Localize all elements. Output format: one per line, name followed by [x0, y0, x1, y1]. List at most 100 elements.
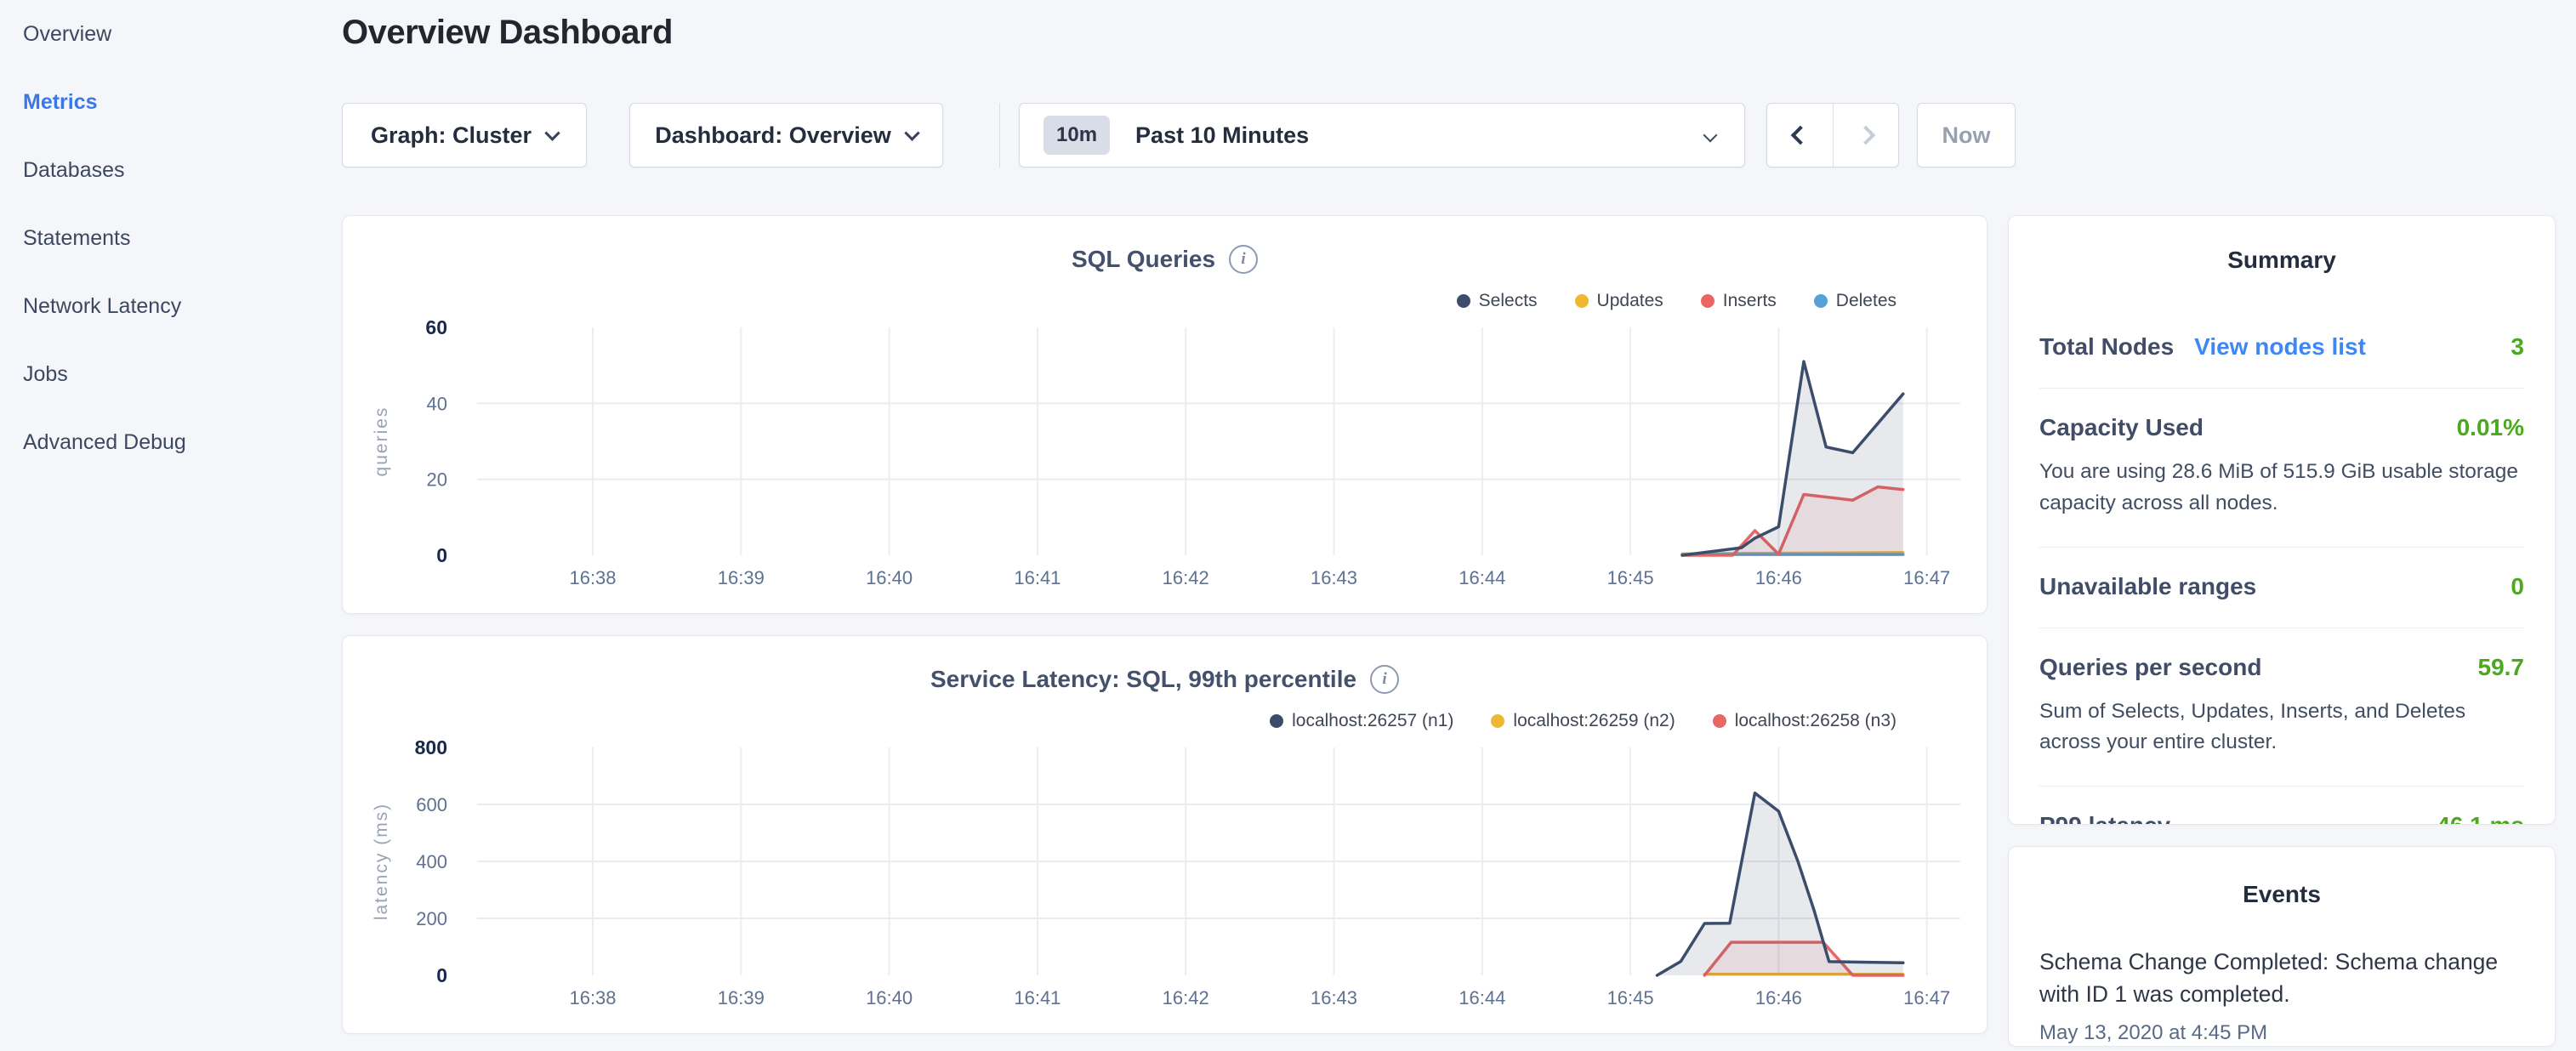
- sidebar-item-label: Statements: [23, 226, 130, 251]
- svg-text:16:38: 16:38: [569, 567, 616, 588]
- summary-label: P99 latency: [2039, 812, 2170, 825]
- sidebar-item-label: Metrics: [23, 90, 98, 115]
- info-icon[interactable]: i: [1370, 665, 1399, 694]
- legend-label: localhost:26258 (n3): [1735, 711, 1896, 731]
- time-range-dropdown[interactable]: 10m Past 10 Minutes: [1019, 103, 1745, 168]
- svg-text:0: 0: [436, 964, 447, 986]
- svg-text:16:41: 16:41: [1014, 987, 1061, 1008]
- dashboard-dropdown[interactable]: Dashboard: Overview: [629, 103, 943, 168]
- summary-value: 3: [2511, 333, 2524, 361]
- legend-label: Updates: [1597, 291, 1663, 311]
- sql-queries-chart-card: 16:3816:3916:4016:4116:4216:4316:4416:45…: [342, 215, 1987, 614]
- legend-dot-icon: [1575, 294, 1589, 308]
- svg-text:16:44: 16:44: [1459, 567, 1505, 588]
- event-timestamp: May 13, 2020 at 4:45 PM: [2039, 1021, 2524, 1045]
- legend-item[interactable]: localhost:26259 (n2): [1491, 711, 1675, 731]
- svg-text:16:44: 16:44: [1459, 987, 1505, 1008]
- svg-text:20: 20: [427, 469, 447, 491]
- svg-text:16:47: 16:47: [1903, 567, 1950, 588]
- legend-dot-icon: [1701, 294, 1714, 308]
- toolbar-divider: [999, 103, 1000, 168]
- sql-queries-chart[interactable]: 16:3816:3916:4016:4116:4216:4316:4416:45…: [343, 216, 1987, 614]
- event-list-item[interactable]: Schema Change Completed: Schema change w…: [2039, 946, 2524, 1045]
- svg-text:16:43: 16:43: [1311, 567, 1357, 588]
- summary-title: Summary: [2039, 247, 2524, 274]
- legend-label: Inserts: [1723, 291, 1777, 311]
- legend-dot-icon: [1713, 714, 1726, 728]
- legend-label: localhost:26257 (n1): [1292, 711, 1453, 731]
- view-nodes-list-link[interactable]: View nodes list: [2194, 333, 2366, 361]
- sidebar-item-label: Overview: [23, 22, 111, 47]
- sidebar-item-label: Jobs: [23, 362, 68, 387]
- svg-text:16:38: 16:38: [569, 987, 616, 1008]
- now-button[interactable]: Now: [1917, 103, 2016, 168]
- summary-panel: Summary Total Nodes View nodes list 3 Ca…: [2008, 215, 2556, 825]
- chevron-down-icon: [904, 125, 919, 140]
- svg-text:400: 400: [416, 851, 447, 872]
- time-step-forward-button[interactable]: [1833, 104, 1898, 167]
- svg-text:60: 60: [425, 316, 447, 338]
- sidebar-item-databases[interactable]: Databases: [0, 136, 323, 204]
- svg-text:600: 600: [416, 794, 447, 815]
- sidebar-item-label: Databases: [23, 158, 125, 183]
- legend-label: Selects: [1479, 291, 1538, 311]
- sidebar-item-advanced-debug[interactable]: Advanced Debug: [0, 408, 323, 476]
- sidebar-item-jobs[interactable]: Jobs: [0, 340, 323, 408]
- summary-row-queries-per-second: Queries per second 59.7 Sum of Selects, …: [2039, 628, 2524, 787]
- legend-item[interactable]: Updates: [1575, 291, 1663, 311]
- chart-legend: localhost:26257 (n1) localhost:26259 (n2)…: [1270, 711, 1896, 731]
- sidebar-item-overview[interactable]: Overview: [0, 0, 323, 68]
- sidebar: Overview Metrics Databases Statements Ne…: [0, 0, 323, 1051]
- svg-text:16:40: 16:40: [866, 567, 913, 588]
- legend-label: Deletes: [1836, 291, 1896, 311]
- time-step-back-button[interactable]: [1767, 104, 1833, 167]
- sidebar-item-metrics[interactable]: Metrics: [0, 68, 323, 136]
- svg-text:latency (ms): latency (ms): [372, 803, 391, 920]
- page-title: Overview Dashboard: [342, 14, 2576, 52]
- legend-dot-icon: [1457, 294, 1470, 308]
- summary-value: 59.7: [2478, 654, 2525, 681]
- svg-text:16:47: 16:47: [1903, 987, 1950, 1008]
- service-latency-chart[interactable]: 16:3816:3916:4016:4116:4216:4316:4416:45…: [343, 636, 1987, 1034]
- svg-text:16:45: 16:45: [1607, 987, 1654, 1008]
- chart-title: SQL Queries: [1072, 246, 1215, 273]
- summary-row-unavailable-ranges: Unavailable ranges 0: [2039, 548, 2524, 628]
- summary-row-capacity-used: Capacity Used 0.01% You are using 28.6 M…: [2039, 389, 2524, 548]
- svg-text:16:46: 16:46: [1755, 567, 1802, 588]
- legend-label: localhost:26259 (n2): [1513, 711, 1675, 731]
- svg-text:16:42: 16:42: [1163, 567, 1209, 588]
- graph-source-dropdown[interactable]: Graph: Cluster: [342, 103, 587, 168]
- chevron-right-icon: [1857, 126, 1876, 145]
- legend-item[interactable]: Selects: [1457, 291, 1538, 311]
- info-icon[interactable]: i: [1229, 245, 1258, 274]
- legend-dot-icon: [1491, 714, 1504, 728]
- chevron-left-icon: [1790, 126, 1810, 145]
- summary-value: 0: [2511, 573, 2524, 600]
- sidebar-item-network-latency[interactable]: Network Latency: [0, 272, 323, 340]
- summary-label: Queries per second: [2039, 654, 2261, 681]
- summary-value: 46.1 ms: [2437, 812, 2524, 825]
- event-text: Schema Change Completed: Schema change w…: [2039, 946, 2524, 1011]
- summary-label: Total Nodes: [2039, 333, 2174, 361]
- legend-item[interactable]: Inserts: [1701, 291, 1777, 311]
- legend-item[interactable]: localhost:26258 (n3): [1713, 711, 1896, 731]
- sidebar-item-label: Advanced Debug: [23, 430, 186, 455]
- legend-dot-icon: [1270, 714, 1283, 728]
- svg-text:16:46: 16:46: [1755, 987, 1802, 1008]
- svg-text:16:43: 16:43: [1311, 987, 1357, 1008]
- svg-text:16:42: 16:42: [1163, 987, 1209, 1008]
- svg-text:0: 0: [436, 544, 447, 566]
- legend-item[interactable]: Deletes: [1814, 291, 1896, 311]
- chevron-down-icon: [544, 125, 560, 140]
- legend-item[interactable]: localhost:26257 (n1): [1270, 711, 1453, 731]
- sidebar-item-label: Network Latency: [23, 294, 181, 319]
- svg-text:800: 800: [415, 736, 447, 758]
- svg-text:40: 40: [427, 393, 447, 414]
- sidebar-item-statements[interactable]: Statements: [0, 204, 323, 272]
- summary-row-p99-latency: P99 latency 46.1 ms: [2039, 787, 2524, 825]
- time-step-buttons: [1766, 103, 1899, 168]
- chart-legend: Selects Updates Inserts Deletes: [1457, 291, 1896, 311]
- service-latency-chart-card: 16:3816:3916:4016:4116:4216:4316:4416:45…: [342, 635, 1987, 1034]
- graph-source-dropdown-label: Graph: Cluster: [371, 122, 532, 149]
- side-column: Summary Total Nodes View nodes list 3 Ca…: [2008, 215, 2556, 1047]
